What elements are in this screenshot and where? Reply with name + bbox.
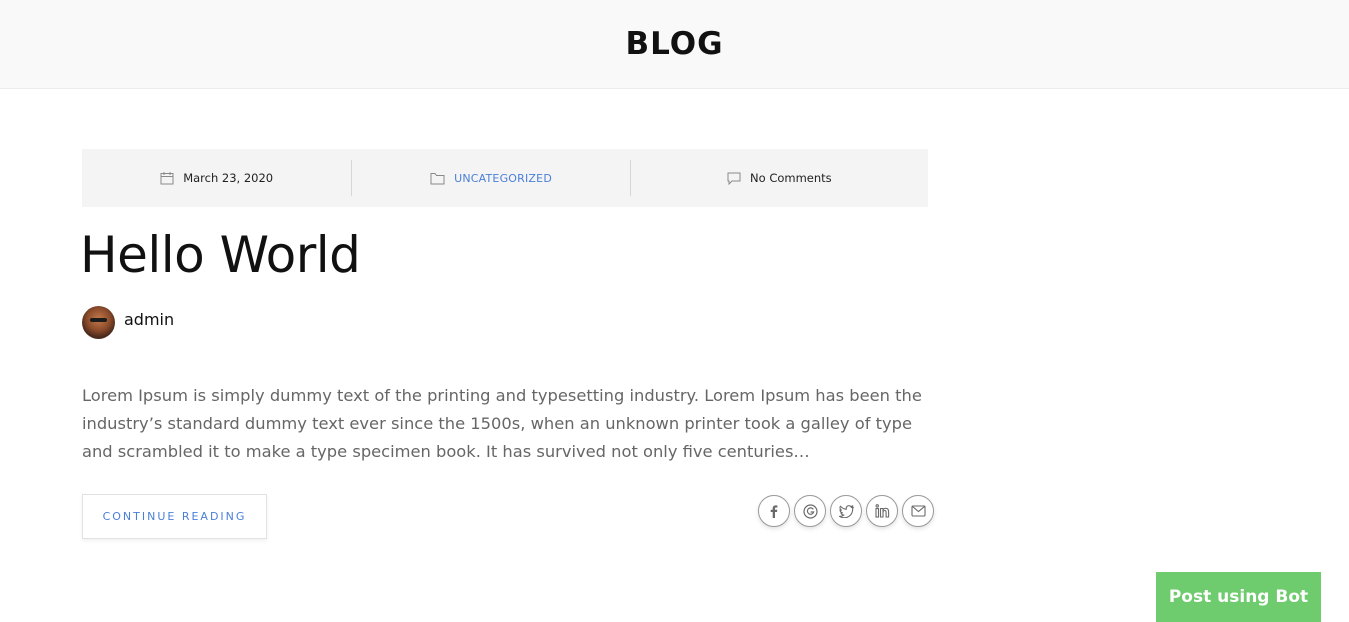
comments-link[interactable]: No Comments xyxy=(750,171,832,185)
post-author[interactable]: admin xyxy=(82,306,174,339)
post-meta-bar: March 23, 2020 UNCATEGORIZED No Comments xyxy=(82,149,928,207)
twitter-share-button[interactable] xyxy=(830,495,862,527)
post-title[interactable]: Hello World xyxy=(80,224,361,286)
category-link[interactable]: UNCATEGORIZED xyxy=(454,172,552,185)
page-header: BLOG xyxy=(0,0,1349,89)
post-excerpt: Lorem Ipsum is simply dummy text of the … xyxy=(82,386,922,461)
post-date: March 23, 2020 xyxy=(82,149,351,207)
facebook-share-button[interactable] xyxy=(758,495,790,527)
folder-icon xyxy=(430,172,445,185)
email-share-button[interactable] xyxy=(902,495,934,527)
post-date-text: March 23, 2020 xyxy=(183,171,274,185)
facebook-icon xyxy=(767,504,781,518)
linkedin-icon xyxy=(874,504,890,518)
avatar xyxy=(82,306,115,339)
calendar-icon xyxy=(160,171,174,185)
twitter-icon xyxy=(838,504,854,518)
comment-icon xyxy=(727,172,741,185)
post-using-bot-button[interactable]: Post using Bot xyxy=(1156,572,1321,622)
linkedin-share-button[interactable] xyxy=(866,495,898,527)
share-buttons xyxy=(758,495,934,527)
continue-reading-button[interactable]: CONTINUE READING xyxy=(82,494,267,539)
google-share-button[interactable] xyxy=(794,495,826,527)
email-icon xyxy=(910,505,926,517)
post-category: UNCATEGORIZED xyxy=(352,149,629,207)
post-comments: No Comments xyxy=(631,149,928,207)
google-icon xyxy=(802,503,818,519)
author-name[interactable]: admin xyxy=(124,310,174,329)
page-title: BLOG xyxy=(625,25,724,62)
